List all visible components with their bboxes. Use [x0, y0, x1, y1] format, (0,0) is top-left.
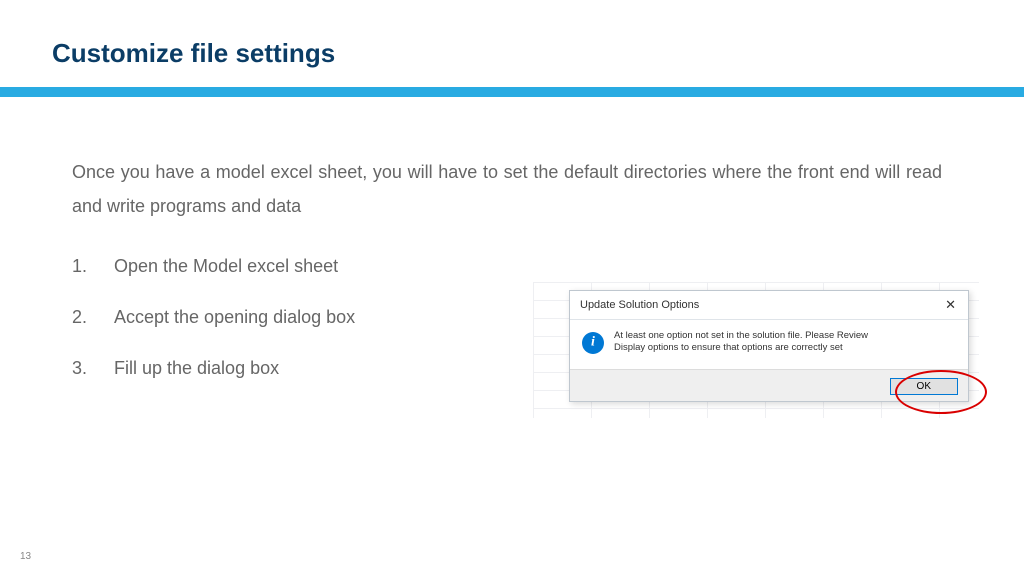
dialog-footer: OK	[570, 369, 968, 401]
ok-button[interactable]: OK	[890, 378, 958, 395]
divider-bar	[0, 87, 1024, 97]
dialog-window: Update Solution Options ✕ At least one o…	[569, 290, 969, 402]
dialog-message-line: Display options to ensure that options a…	[614, 342, 868, 354]
dialog-titlebar: Update Solution Options ✕	[570, 291, 968, 320]
slide-title: Customize file settings	[0, 0, 1024, 69]
dialog-body: At least one option not set in the solut…	[570, 320, 968, 369]
page-number: 13	[20, 551, 31, 562]
dialog-screenshot: Update Solution Options ✕ At least one o…	[569, 290, 969, 402]
dialog-message: At least one option not set in the solut…	[614, 330, 868, 355]
info-icon	[582, 332, 604, 354]
dialog-message-line: At least one option not set in the solut…	[614, 330, 868, 342]
dialog-title: Update Solution Options	[580, 299, 699, 311]
close-icon[interactable]: ✕	[941, 297, 960, 313]
intro-paragraph: Once you have a model excel sheet, you w…	[72, 155, 942, 223]
list-item: Open the Model excel sheet	[72, 253, 972, 280]
